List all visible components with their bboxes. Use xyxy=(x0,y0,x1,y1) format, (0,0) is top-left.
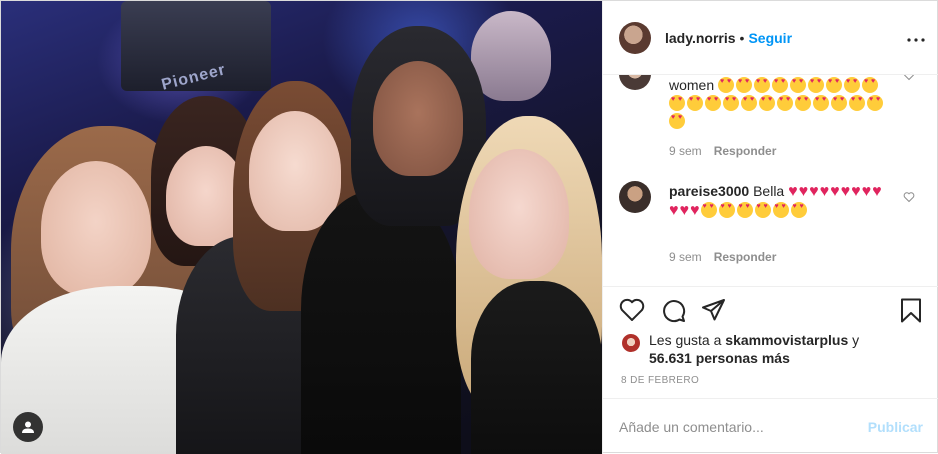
publish-button[interactable]: Publicar xyxy=(868,419,923,435)
heart-eyes-emoji xyxy=(795,95,811,111)
red-heart-emoji: ♥ xyxy=(861,183,872,200)
post-actions: Les gusta a skammovistarplus y 56.631 pe… xyxy=(603,286,938,366)
instagram-post: Pioneer lady.norris • Seguir women ♥ ♥♥ … xyxy=(0,0,938,454)
comment-body: pareise3000 Bella ♥♥♥♥♥♥♥♥♥♥♥♥ xyxy=(669,182,891,220)
red-heart-emoji: ♥ xyxy=(872,183,882,200)
comment-avatar[interactable] xyxy=(619,181,651,213)
follow-button[interactable]: Seguir xyxy=(748,30,792,46)
user-tag-button[interactable] xyxy=(13,412,43,442)
red-heart-emoji: ♥ xyxy=(669,202,679,219)
post-header: lady.norris • Seguir xyxy=(603,1,938,75)
post-sidebar: lady.norris • Seguir women ♥ ♥♥ ♥♥ ♥♥ ♥♥… xyxy=(602,1,938,454)
heart-eyes-emoji xyxy=(687,95,703,111)
add-comment-section: Publicar xyxy=(603,398,938,454)
heart-eyes-emoji xyxy=(705,95,721,111)
liker-avatar[interactable] xyxy=(621,333,641,353)
comment-avatar[interactable] xyxy=(619,75,651,90)
person-5-body xyxy=(471,281,602,454)
heart-icon[interactable] xyxy=(903,75,915,81)
red-heart-emoji: ♥ xyxy=(798,183,809,200)
person-3-body xyxy=(301,191,461,454)
heart-eyes-emoji xyxy=(772,77,789,93)
heart-eyes-emoji xyxy=(772,202,789,218)
person-4-face xyxy=(373,61,463,176)
heart-eyes-emoji xyxy=(808,77,825,93)
red-heart-emoji: ♥ xyxy=(830,183,840,200)
red-heart-emoji: ♥ xyxy=(788,183,798,200)
heart-eyes-emoji xyxy=(718,202,735,218)
post-photo[interactable]: Pioneer xyxy=(1,1,602,454)
avatar[interactable] xyxy=(619,21,651,54)
more-options-button[interactable] xyxy=(907,29,925,43)
heart-eyes-emoji xyxy=(849,95,865,111)
more-horizontal-icon xyxy=(907,38,925,42)
red-heart-emoji: ♥ xyxy=(819,183,830,200)
heart-eyes-emoji xyxy=(723,95,739,111)
heart-icon[interactable] xyxy=(619,298,645,322)
likes-prefix: Les gusta a xyxy=(649,332,722,348)
comment-text: Bella xyxy=(753,183,785,199)
comment-body: women xyxy=(669,76,891,130)
comment-time[interactable]: 9 sem xyxy=(669,250,702,264)
comment-text: women xyxy=(669,77,715,93)
red-heart-emoji: ♥ xyxy=(679,202,690,219)
action-icons xyxy=(619,298,923,324)
heart-eyes-emoji xyxy=(741,95,757,111)
heart-eyes-emoji xyxy=(718,77,735,93)
heart-eyes-emoji xyxy=(736,77,753,93)
heart-eyes-emoji xyxy=(844,77,861,93)
heart-eyes-emoji xyxy=(754,202,771,218)
heart-eyes-emoji xyxy=(777,95,793,111)
red-heart-emoji: ♥ xyxy=(840,183,851,200)
heart-eyes-emoji xyxy=(759,95,775,111)
person-5-face xyxy=(469,149,569,279)
heart-eyes-emoji xyxy=(736,202,753,218)
bookmark-icon[interactable] xyxy=(900,298,922,323)
comment-icon[interactable] xyxy=(661,298,686,323)
comments-list[interactable]: women 9 sem Responder pareise3000 Bella … xyxy=(603,75,938,285)
likes-count[interactable]: 56.631 personas más xyxy=(649,350,790,366)
background-person xyxy=(471,11,551,101)
likes-summary: Les gusta a skammovistarplus y 56.631 pe… xyxy=(621,331,921,367)
red-heart-emoji: ♥ xyxy=(690,202,700,219)
person-3-face xyxy=(249,111,341,231)
heart-eyes-emoji xyxy=(669,95,685,111)
comment-meta: 9 sem Responder xyxy=(669,144,776,158)
heart-eyes-emoji xyxy=(790,77,807,93)
author-username[interactable]: lady.norris xyxy=(665,30,736,46)
red-heart-emoji: ♥ xyxy=(851,183,861,200)
reply-button[interactable]: Responder xyxy=(714,250,777,264)
red-heart-emoji: ♥ xyxy=(809,183,819,200)
heart-icon[interactable] xyxy=(903,191,915,203)
heart-eyes-emoji xyxy=(826,77,843,93)
comment-input[interactable] xyxy=(619,418,868,435)
comment-meta: 9 sem Responder xyxy=(669,250,776,264)
post-date[interactable]: 8 DE FEBRERO xyxy=(621,375,699,386)
heart-eyes-emoji xyxy=(831,95,847,111)
heart-eyes-emoji xyxy=(862,77,879,93)
likes-conjunction: y xyxy=(852,332,860,348)
header-separator: • xyxy=(739,29,745,46)
liker-username[interactable]: skammovistarplus xyxy=(725,332,848,348)
heart-eyes-emoji xyxy=(790,202,807,218)
reply-button[interactable]: Responder xyxy=(714,144,777,158)
likes-text: Les gusta a skammovistarplus y 56.631 pe… xyxy=(649,331,921,367)
heart-eyes-emoji xyxy=(669,113,685,129)
heart-eyes-emoji xyxy=(813,95,829,111)
paper-plane-icon[interactable] xyxy=(701,298,726,323)
heart-eyes-emoji xyxy=(867,95,883,111)
comment-time[interactable]: 9 sem xyxy=(669,144,702,158)
heart-eyes-emoji xyxy=(754,77,771,93)
heart-eyes-emoji xyxy=(700,202,717,218)
person-1-face xyxy=(41,161,151,296)
user-tag-icon xyxy=(22,421,34,433)
comment-username[interactable]: pareise3000 xyxy=(669,183,749,199)
